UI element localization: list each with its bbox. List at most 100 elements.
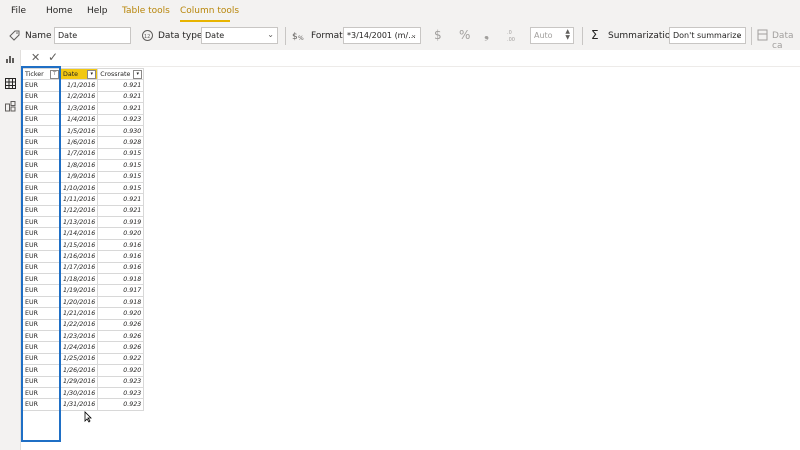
tag-icon [9,30,20,44]
svg-text:.0: .0 [507,30,512,36]
ribbon-divider [582,27,583,45]
cell-crossrate[interactable]: 0.920 [97,307,145,320]
cell-date[interactable]: 1/3/2016 [59,102,99,115]
cell-crossrate[interactable]: 0.918 [97,273,145,286]
cell-crossrate[interactable]: 0.919 [97,216,145,229]
cell-date[interactable]: 1/7/2016 [59,147,99,161]
tab-home[interactable]: Home [46,6,73,16]
cell-crossrate[interactable]: 0.928 [97,136,145,149]
svg-text:%: % [298,35,304,42]
cell-crossrate[interactable]: 0.915 [97,147,145,161]
cell-crossrate[interactable]: 0.922 [97,352,145,366]
commit-icon[interactable]: ✓ [48,50,58,64]
cell-crossrate[interactable]: 0.915 [97,181,145,195]
cell-date[interactable]: 1/9/2016 [59,170,99,183]
ribbon-divider [285,27,286,45]
chevron-down-icon[interactable]: ▾ [87,70,97,79]
cell-date[interactable]: 1/14/2016 [59,227,99,240]
cell-date[interactable]: 1/31/2016 [59,398,99,411]
report-view-icon[interactable] [5,54,15,67]
cell-date[interactable]: 1/4/2016 [59,113,99,126]
tab-table-tools[interactable]: Table tools [122,6,170,16]
cell-date[interactable]: 1/10/2016 [59,181,99,195]
cell-crossrate[interactable]: 0.921 [97,193,145,206]
data-view-icon[interactable] [5,78,16,92]
cell-date[interactable]: 1/15/2016 [59,238,99,252]
decimal-places-input[interactable]: Auto ▲ ▼ [530,27,574,44]
decimal-places-icon: .0.00 [507,28,520,45]
cell-date[interactable]: 1/6/2016 [59,136,99,149]
cell-date[interactable]: 1/30/2016 [59,386,99,400]
cell-crossrate[interactable]: 0.923 [97,113,145,126]
cell-date[interactable]: 1/25/2016 [59,352,99,366]
chevron-down-icon[interactable]: ▾ [133,70,143,79]
format-select[interactable]: *3/14/2001 (m/... ⌄ [343,27,421,44]
cell-date[interactable]: 1/26/2016 [59,364,99,377]
cell-date[interactable]: 1/24/2016 [59,341,99,354]
cell-crossrate[interactable]: 0.923 [97,386,145,400]
data-category-icon [757,29,768,44]
tab-column-tools[interactable]: Column tools [180,6,239,16]
cell-date[interactable]: 1/19/2016 [59,284,99,297]
cell-crossrate[interactable]: 0.921 [97,90,145,104]
summarization-label: Summarization [608,31,677,41]
cell-crossrate[interactable]: 0.916 [97,261,145,275]
column-header-date[interactable]: Date ▾ [59,67,99,81]
cell-crossrate[interactable]: 0.920 [97,227,145,240]
comma-icon[interactable]: ❟ [484,27,489,42]
cell-date[interactable]: 1/1/2016 [59,79,99,92]
cell-crossrate[interactable]: 0.930 [97,124,145,138]
ribbon-tabs: File Home Help Table tools Column tools [0,0,800,22]
cancel-icon[interactable]: ✕ [31,51,40,64]
cell-date[interactable]: 1/2/2016 [59,90,99,104]
cell-crossrate[interactable]: 0.921 [97,79,145,92]
cell-date[interactable]: 1/16/2016 [59,250,99,263]
cell-date[interactable]: 1/8/2016 [59,159,99,172]
model-view-icon[interactable] [5,101,16,115]
cell-date[interactable]: 1/20/2016 [59,295,99,309]
cell-crossrate[interactable]: 0.926 [97,329,145,343]
data-type-select[interactable]: Date ⌄ [201,27,278,44]
column-highlight-box [21,66,61,442]
cell-date[interactable]: 1/18/2016 [59,273,99,286]
cell-crossrate[interactable]: 0.926 [97,318,145,332]
cell-date[interactable]: 1/21/2016 [59,307,99,320]
cell-crossrate[interactable]: 0.915 [97,170,145,183]
cell-crossrate[interactable]: 0.923 [97,375,145,388]
svg-text:.00: .00 [507,37,515,42]
cell-crossrate[interactable]: 0.926 [97,341,145,354]
cell-date[interactable]: 1/17/2016 [59,261,99,275]
cell-crossrate[interactable]: 0.921 [97,204,145,218]
cell-date[interactable]: 1/11/2016 [59,193,99,206]
tab-help[interactable]: Help [87,6,108,16]
summarization-select[interactable]: Don't summarize ⌄ [669,27,746,44]
cell-crossrate[interactable]: 0.915 [97,159,145,172]
data-type-label: Data type [158,31,203,41]
spinner-icon: ▲ ▼ [565,28,570,41]
currency-icon[interactable]: $ [434,28,442,42]
data-category-label[interactable]: Data ca [772,31,800,51]
cell-crossrate[interactable]: 0.916 [97,238,145,252]
cell-crossrate[interactable]: 0.917 [97,284,145,297]
cell-crossrate[interactable]: 0.916 [97,250,145,263]
column-header-crossrate[interactable]: Crossrate ▾ [97,67,145,81]
name-input[interactable]: Date [54,27,131,44]
cell-crossrate[interactable]: 0.921 [97,102,145,115]
svg-text:12: 12 [144,34,150,40]
cell-date[interactable]: 1/29/2016 [59,375,99,388]
cell-date[interactable]: 1/13/2016 [59,216,99,229]
cell-crossrate[interactable]: 0.918 [97,295,145,309]
cell-crossrate[interactable]: 0.920 [97,364,145,377]
cell-date[interactable]: 1/12/2016 [59,204,99,218]
ribbon-divider [751,27,752,45]
tab-file[interactable]: File [11,6,26,16]
cell-crossrate[interactable]: 0.923 [97,398,145,411]
percent-icon[interactable]: % [459,28,470,42]
cell-date[interactable]: 1/23/2016 [59,329,99,343]
name-label: Name [25,31,52,41]
chevron-down-icon: ⌄ [410,30,417,39]
cell-date[interactable]: 1/22/2016 [59,318,99,332]
chevron-down-icon: ⌄ [267,30,274,39]
format-icon: $% [292,29,305,45]
cell-date[interactable]: 1/5/2016 [59,124,99,138]
